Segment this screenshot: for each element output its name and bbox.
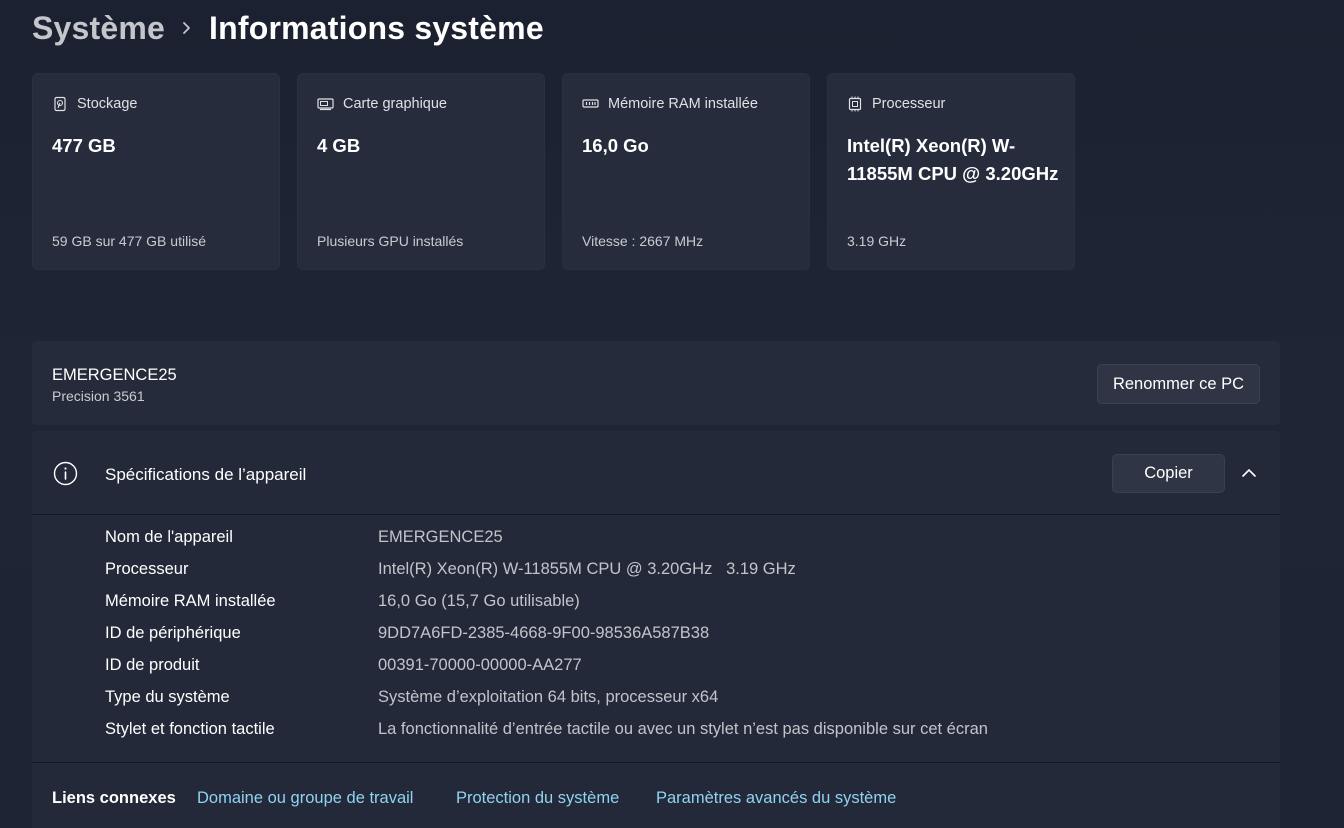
related-links: Liens connexes Domaine ou groupe de trav… [32, 762, 1280, 828]
spec-value: La fonctionnalité d’entrée tactile ou av… [378, 720, 988, 738]
graphics-card-icon [317, 96, 334, 112]
storage-icon [52, 96, 68, 112]
specifications-title: Spécifications de l’appareil [105, 465, 307, 484]
card-header: Stockage [52, 96, 137, 112]
spec-label: ID de périphérique [105, 624, 241, 642]
copy-button[interactable]: Copier [1112, 454, 1225, 493]
card-value: Intel(R) Xeon(R) W-11855M CPU @ 3.20GHz [847, 135, 1059, 184]
device-model: Precision 3561 [52, 388, 145, 404]
spec-value: Intel(R) Xeon(R) W-11855M CPU @ 3.20GHz … [378, 560, 796, 578]
card-header: Carte graphique [317, 96, 447, 112]
spec-value: EMERGENCE25 [378, 528, 503, 546]
card-title: Carte graphique [343, 96, 447, 112]
breadcrumb-system-link[interactable]: Système [32, 10, 165, 47]
info-icon [53, 461, 78, 491]
graphics-card[interactable]: Carte graphique 4 GB Plusieurs GPU insta… [297, 73, 545, 270]
spec-value: 9DD7A6FD-2385-4668-9F00-98536A587B38 [378, 624, 710, 642]
spec-value: 00391-70000-00000-AA277 [378, 656, 582, 674]
chevron-up-icon[interactable] [1237, 461, 1261, 485]
card-header: Mémoire RAM installée [582, 96, 758, 112]
device-specifications-panel: Spécifications de l’appareil Copier Nom … [32, 431, 1280, 828]
system-protection-link[interactable]: Protection du système [456, 789, 619, 808]
card-header: Processeur [847, 96, 945, 112]
chevron-right-icon [165, 21, 209, 35]
specifications-header[interactable]: Spécifications de l’appareil Copier [32, 431, 1280, 515]
card-value: 4 GB [317, 135, 361, 156]
spec-value: 16,0 Go (15,7 Go utilisable) [378, 592, 580, 610]
domain-workgroup-link[interactable]: Domaine ou groupe de travail [197, 789, 413, 808]
device-name-panel: EMERGENCE25 Precision 3561 Renommer ce P… [32, 341, 1280, 425]
spec-value: Système d’exploitation 64 bits, processe… [378, 688, 719, 706]
breadcrumb: Système Informations système [32, 6, 544, 50]
card-title: Processeur [872, 96, 946, 112]
storage-card[interactable]: Stockage 477 GB 59 GB sur 477 GB utilisé [32, 73, 280, 270]
spec-label: ID de produit [105, 656, 200, 674]
spec-label: Stylet et fonction tactile [105, 720, 275, 738]
card-value: 16,0 Go [582, 135, 649, 156]
spec-label: Mémoire RAM installée [105, 592, 276, 610]
spec-label: Processeur [105, 560, 189, 578]
card-title: Mémoire RAM installée [608, 96, 758, 112]
rename-pc-button[interactable]: Renommer ce PC [1097, 364, 1260, 404]
related-links-title: Liens connexes [52, 789, 176, 807]
card-subtitle: Vitesse : 2667 MHz [582, 233, 704, 249]
processor-card[interactable]: Processeur Intel(R) Xeon(R) W-11855M CPU… [827, 73, 1075, 270]
system-info-page: Système Informations système Stockage 47… [0, 0, 1344, 828]
card-subtitle: Plusieurs GPU installés [317, 233, 464, 249]
spec-label: Type du système [105, 688, 230, 706]
memory-card[interactable]: Mémoire RAM installée 16,0 Go Vitesse : … [562, 73, 810, 270]
processor-icon [847, 96, 863, 112]
device-name: EMERGENCE25 [52, 366, 177, 384]
memory-icon [582, 96, 599, 112]
page-title: Informations système [209, 9, 544, 46]
card-subtitle: 3.19 GHz [847, 233, 907, 249]
card-subtitle: 59 GB sur 477 GB utilisé [52, 233, 207, 249]
summary-cards: Stockage 477 GB 59 GB sur 477 GB utilisé… [32, 73, 1075, 270]
spec-label: Nom de l'appareil [105, 528, 233, 546]
advanced-system-settings-link[interactable]: Paramètres avancés du système [656, 789, 896, 808]
card-title: Stockage [77, 96, 138, 112]
card-value: 477 GB [52, 135, 116, 156]
